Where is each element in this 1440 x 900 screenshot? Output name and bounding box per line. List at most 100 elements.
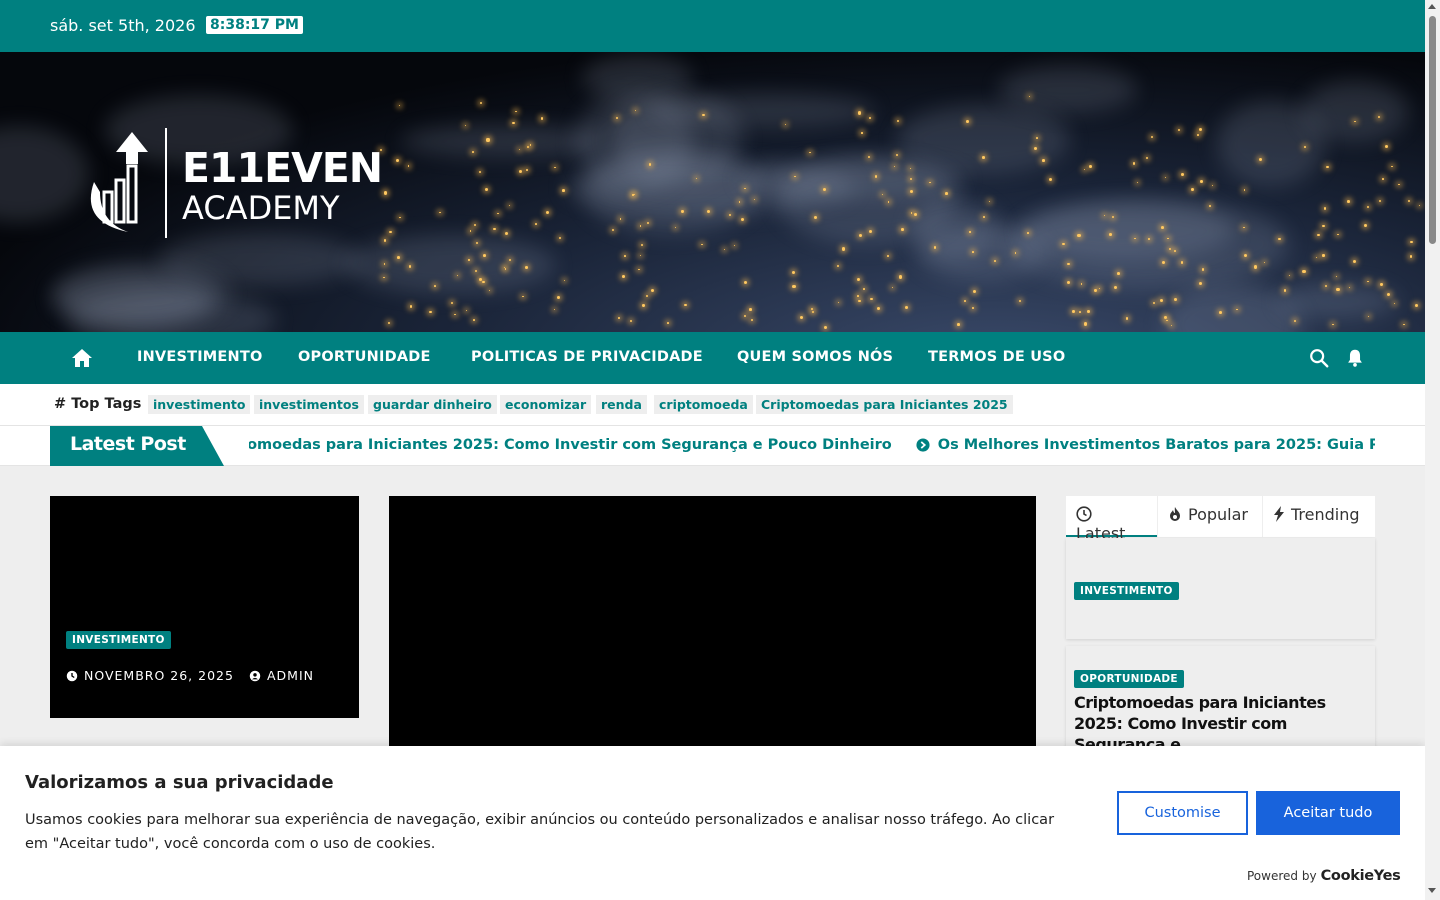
city-light xyxy=(1243,226,1245,229)
tag-criptomoeda[interactable]: criptomoeda xyxy=(654,395,753,414)
cookieyes-logo[interactable]: CookieYes xyxy=(1321,868,1401,884)
city-light xyxy=(1381,178,1384,180)
city-light xyxy=(744,187,746,190)
city-light xyxy=(1408,199,1411,203)
sidebar-post[interactable]: INVESTIMENTO xyxy=(1066,538,1375,639)
city-light xyxy=(519,148,521,150)
tag-investimento[interactable]: investimento xyxy=(148,395,251,414)
home-icon[interactable] xyxy=(70,346,94,370)
city-light xyxy=(863,288,866,290)
nav-item-politicas[interactable]: POLITICAS DE PRIVACIDADE xyxy=(471,349,703,365)
nav-item-termos[interactable]: TERMOS DE USO xyxy=(928,349,1065,365)
sidebar-post[interactable]: OPORTUNIDADE Criptomoedas para Iniciante… xyxy=(1066,646,1375,756)
latest-post-label: Latest Post xyxy=(70,433,186,455)
city-light xyxy=(1108,233,1112,237)
city-light xyxy=(891,286,894,289)
scroll-down-arrow[interactable] xyxy=(1428,888,1436,893)
city-light xyxy=(1337,233,1339,235)
city-light xyxy=(910,212,912,214)
city-light xyxy=(1316,256,1318,259)
city-light xyxy=(493,228,496,231)
customise-button[interactable]: Customise xyxy=(1117,791,1248,835)
nav-item-investimento[interactable]: INVESTIMENTO xyxy=(137,349,262,365)
city-light xyxy=(1208,205,1211,207)
city-light xyxy=(1062,242,1065,245)
city-light xyxy=(784,123,786,125)
nav-item-quem-somos[interactable]: QUEM SOMOS NÓS xyxy=(737,349,893,365)
city-light xyxy=(1173,297,1177,301)
city-light xyxy=(615,116,619,119)
city-light xyxy=(407,165,409,167)
city-light xyxy=(909,189,914,193)
city-light xyxy=(799,316,803,320)
scroll-up-arrow[interactable] xyxy=(1428,4,1436,9)
site-logo[interactable]: E11EVEN ACADEMY xyxy=(86,128,383,238)
powered-by-label: Powered by xyxy=(1247,869,1317,883)
city-light xyxy=(887,255,889,257)
tab-trending[interactable]: Trending xyxy=(1263,496,1375,537)
city-light xyxy=(1078,311,1081,314)
city-light xyxy=(1393,302,1396,305)
category-badge[interactable]: INVESTIMENTO xyxy=(1074,582,1179,600)
city-light xyxy=(410,305,413,308)
city-light xyxy=(1323,207,1327,210)
featured-post-card[interactable]: INVESTIMENTO NOVEMBRO 26, 2025 ADMIN xyxy=(50,496,359,718)
city-light xyxy=(505,231,509,236)
post-date-text: NOVEMBRO 26, 2025 xyxy=(84,668,234,683)
city-light xyxy=(1335,275,1337,278)
fire-icon xyxy=(1170,507,1180,521)
city-light xyxy=(1380,283,1383,286)
city-light xyxy=(486,138,490,142)
city-light xyxy=(1072,310,1076,313)
city-light xyxy=(1066,281,1070,285)
bell-icon[interactable] xyxy=(1344,347,1366,369)
tab-popular[interactable]: Popular xyxy=(1158,496,1262,537)
city-light xyxy=(1180,173,1184,177)
city-light xyxy=(468,259,470,261)
city-light xyxy=(740,217,745,221)
current-time: 8:38:17 PM xyxy=(206,16,303,34)
city-light xyxy=(383,276,385,279)
city-light xyxy=(861,132,863,134)
city-light xyxy=(744,281,748,285)
accept-all-button[interactable]: Aceitar tudo xyxy=(1256,791,1400,835)
main-featured-card[interactable] xyxy=(389,496,1036,756)
city-light xyxy=(540,117,544,120)
post-author[interactable]: ADMIN xyxy=(249,668,314,683)
search-icon[interactable] xyxy=(1308,347,1330,369)
post-author-text: ADMIN xyxy=(267,668,314,683)
ticker-item[interactable]: Os Melhores Investimentos Baratos para 2… xyxy=(938,437,1375,453)
city-light xyxy=(856,278,861,282)
logo-text-line2: ACADEMY xyxy=(182,189,340,227)
category-badge[interactable]: INVESTIMENTO xyxy=(66,631,171,649)
ticker-item[interactable]: Criptomoedas para Iniciantes 2025: Como … xyxy=(249,437,892,453)
tag-economizar[interactable]: economizar xyxy=(500,395,592,414)
cloud-texture xyxy=(650,93,876,129)
tag-criptomoedas-iniciantes[interactable]: Criptomoedas para Iniciantes 2025 xyxy=(756,395,1013,414)
city-light xyxy=(483,253,486,257)
clock-icon xyxy=(66,670,78,682)
cloud-texture xyxy=(910,200,1001,260)
cloud-texture xyxy=(1021,201,1235,260)
city-light xyxy=(667,321,669,324)
city-light xyxy=(812,310,815,313)
tag-guardar-dinheiro[interactable]: guardar dinheiro xyxy=(368,395,497,414)
tag-renda[interactable]: renda xyxy=(596,395,647,414)
current-date: sáb. set 5th, 2026 xyxy=(50,16,196,35)
cloud-texture xyxy=(345,235,555,294)
city-light xyxy=(474,223,477,226)
city-light xyxy=(554,166,556,169)
cloud-texture xyxy=(738,158,967,200)
city-light xyxy=(1332,324,1334,326)
city-light xyxy=(733,244,735,247)
page-scrollbar[interactable] xyxy=(1425,0,1440,900)
city-light xyxy=(629,319,633,323)
category-badge[interactable]: OPORTUNIDADE xyxy=(1074,670,1184,688)
city-light xyxy=(508,259,511,262)
city-light xyxy=(563,279,566,281)
tag-investimentos[interactable]: investimentos xyxy=(254,395,364,414)
tab-latest[interactable]: Latest xyxy=(1066,496,1157,543)
scroll-thumb[interactable] xyxy=(1429,16,1436,244)
city-light xyxy=(1197,134,1199,137)
nav-item-oportunidade[interactable]: OPORTUNIDADE xyxy=(298,349,431,365)
